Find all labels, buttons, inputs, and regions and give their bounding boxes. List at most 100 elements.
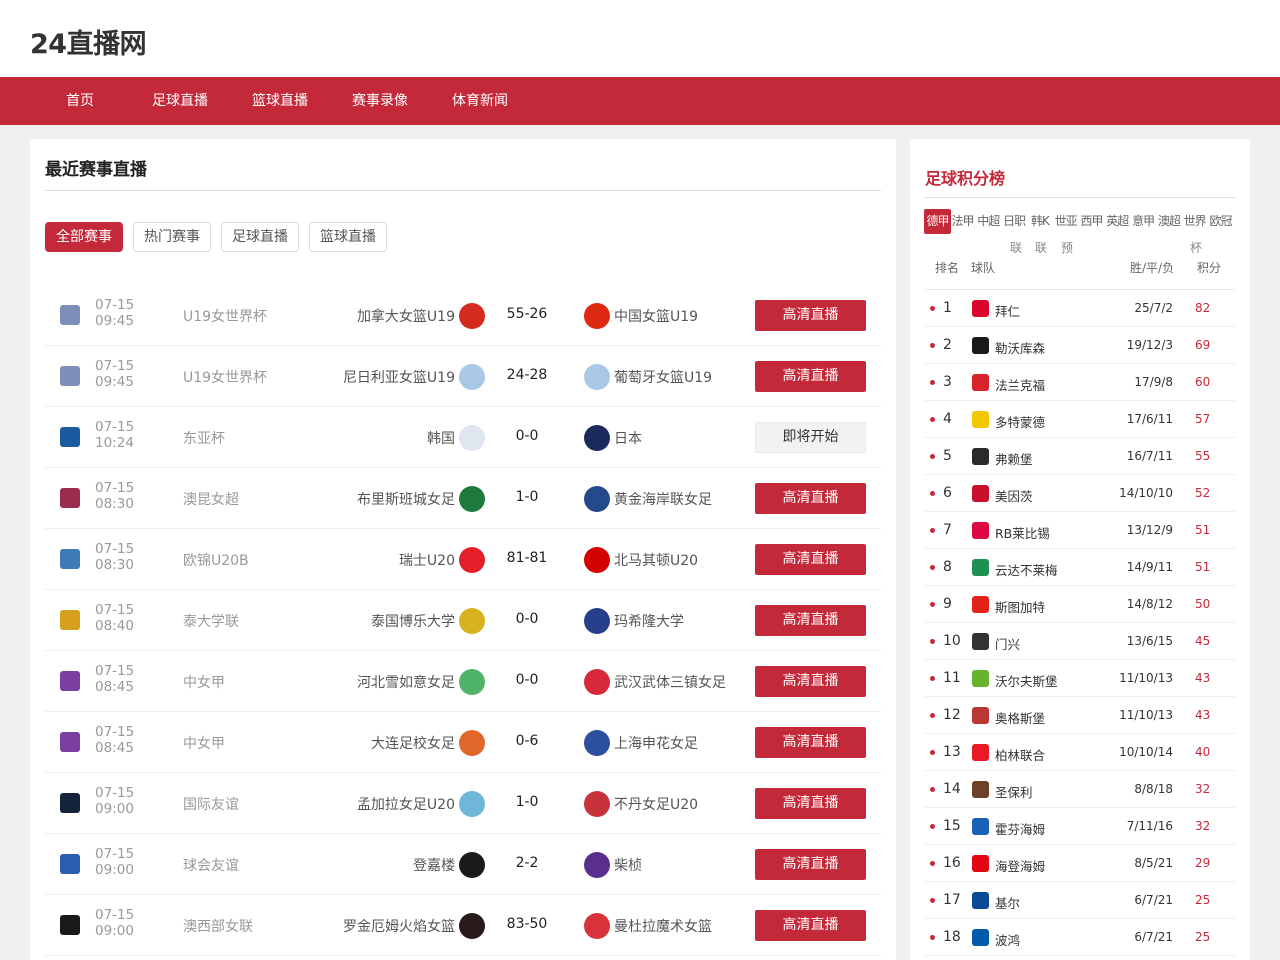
team-name[interactable]: 波鸿 <box>995 930 1020 949</box>
match-datetime: 07-15 08:30 <box>95 480 134 512</box>
hd-live-button[interactable]: 高清直播 <box>755 361 866 392</box>
league-name[interactable]: 国际友谊 <box>183 794 239 814</box>
hd-live-button[interactable]: 高清直播 <box>755 788 866 819</box>
away-team-name[interactable]: 曼杜拉魔术女篮 <box>614 916 712 936</box>
league-tab[interactable]: 英超 <box>1105 209 1130 234</box>
team-name[interactable]: 柏林联合 <box>995 745 1045 764</box>
league-name[interactable]: 球会友谊 <box>183 855 239 875</box>
home-team-name[interactable]: 韩国 <box>427 428 455 448</box>
league-name[interactable]: 东亚杯 <box>183 428 225 448</box>
home-team-name[interactable]: 泰国博乐大学 <box>371 611 455 631</box>
home-team-name[interactable]: 加拿大女篮U19 <box>357 306 455 326</box>
hd-live-button[interactable]: 高清直播 <box>755 849 866 880</box>
team-rank: 4 <box>943 411 952 427</box>
league-tab[interactable]: 德甲 <box>924 209 951 234</box>
upcoming-button[interactable]: 即将开始 <box>755 422 866 453</box>
home-team-logo-icon <box>459 364 485 390</box>
team-name[interactable]: 霍芬海姆 <box>995 819 1045 838</box>
home-team-name[interactable]: 布里斯班城女足 <box>357 489 455 509</box>
team-name[interactable]: 拜仁 <box>995 301 1020 320</box>
nav-item-football[interactable]: 足球直播 <box>152 77 208 125</box>
home-team-name[interactable]: 登嘉楼 <box>413 855 455 875</box>
team-rank: 12 <box>943 707 961 723</box>
away-team-name[interactable]: 中国女篮U19 <box>614 306 698 326</box>
site-title[interactable]: 24直播网 <box>30 22 147 61</box>
main-nav: 首页 足球直播 篮球直播 赛事录像 体育新闻 <box>0 77 1280 125</box>
league-name[interactable]: 泰大学联 <box>183 611 239 631</box>
away-team-name[interactable]: 玛希隆大学 <box>614 611 684 631</box>
away-team-name[interactable]: 上海申花女足 <box>614 733 698 753</box>
filter-football[interactable]: 足球直播 <box>221 222 299 252</box>
away-team-name[interactable]: 北马其顿U20 <box>614 550 698 570</box>
league-name[interactable]: 中女甲 <box>183 733 225 753</box>
home-team-name[interactable]: 孟加拉女足U20 <box>357 794 455 814</box>
league-name[interactable]: U19女世界杯 <box>183 367 267 387</box>
filter-basketball[interactable]: 篮球直播 <box>309 222 387 252</box>
hd-live-button[interactable]: 高清直播 <box>755 300 866 331</box>
team-name[interactable]: 沃尔夫斯堡 <box>995 671 1058 690</box>
filter-hot[interactable]: 热门赛事 <box>133 222 211 252</box>
team-name[interactable]: 斯图加特 <box>995 597 1045 616</box>
league-tab[interactable]: 中超 <box>976 209 1001 234</box>
league-tab[interactable]: 意甲 <box>1131 209 1156 234</box>
home-team-name[interactable]: 瑞士U20 <box>399 550 455 570</box>
league-name[interactable]: 澳昆女超 <box>183 489 239 509</box>
team-name[interactable]: 基尔 <box>995 893 1020 912</box>
nav-item-news[interactable]: 体育新闻 <box>452 77 508 125</box>
league-tab[interactable]: 澳超 <box>1156 209 1181 234</box>
hd-live-button[interactable]: 高清直播 <box>755 483 866 514</box>
league-tab[interactable]: 韩K <box>1027 209 1052 234</box>
home-team-name[interactable]: 尼日利亚女篮U19 <box>343 367 455 387</box>
match-row: 07-15 09:00 球会友谊 登嘉楼 2-2 柴桢 高清直播 <box>45 834 881 895</box>
league-name[interactable]: 中女甲 <box>183 672 225 692</box>
league-tab[interactable]: 欧冠 <box>1208 209 1233 234</box>
hd-live-button[interactable]: 高清直播 <box>755 544 866 575</box>
league-name[interactable]: 欧锦U20B <box>183 550 249 570</box>
team-name[interactable]: 法兰克福 <box>995 375 1045 394</box>
away-team-name[interactable]: 葡萄牙女篮U19 <box>614 367 712 387</box>
league-name[interactable]: U19女世界杯 <box>183 306 267 326</box>
league-tab[interactable]: 日职 <box>1002 209 1027 234</box>
team-name[interactable]: 美因茨 <box>995 486 1033 505</box>
league-tab[interactable]: 世亚 <box>1053 209 1078 234</box>
nav-item-basketball[interactable]: 篮球直播 <box>252 77 308 125</box>
away-team-name[interactable]: 日本 <box>614 428 642 448</box>
team-name[interactable]: 圣保利 <box>995 782 1033 801</box>
tab-suffix-label: 杯 <box>1190 241 1203 255</box>
team-name[interactable]: 弗赖堡 <box>995 449 1033 468</box>
home-team-name[interactable]: 罗金厄姆火焰女篮 <box>343 916 455 936</box>
team-name[interactable]: 海登海姆 <box>995 856 1045 875</box>
league-tab[interactable]: 法甲 <box>950 209 975 234</box>
league-tab[interactable]: 世界 <box>1182 209 1207 234</box>
away-team-name[interactable]: 黄金海岸联女足 <box>614 489 712 509</box>
league-tab[interactable]: 西甲 <box>1079 209 1104 234</box>
hd-live-button[interactable]: 高清直播 <box>755 910 866 941</box>
hd-live-button[interactable]: 高清直播 <box>755 727 866 758</box>
team-name[interactable]: 奥格斯堡 <box>995 708 1045 727</box>
match-date: 07-15 <box>95 785 135 801</box>
match-time: 08:40 <box>95 618 134 634</box>
team-points: 51 <box>1195 560 1211 574</box>
away-team-name[interactable]: 不丹女足U20 <box>614 794 698 814</box>
bullet-icon <box>930 713 935 718</box>
home-team-name[interactable]: 大连足校女足 <box>371 733 455 753</box>
standings-row: 15 霍芬海姆 7/11/16 32 <box>925 808 1235 845</box>
team-name[interactable]: RB莱比锡 <box>995 523 1050 542</box>
match-date: 07-15 <box>95 907 135 923</box>
hd-live-button[interactable]: 高清直播 <box>755 666 866 697</box>
league-name[interactable]: 澳西部女联 <box>183 916 253 936</box>
bullet-icon <box>930 861 935 866</box>
nav-item-home[interactable]: 首页 <box>66 77 94 125</box>
team-name[interactable]: 勒沃库森 <box>995 338 1045 357</box>
team-name[interactable]: 多特蒙德 <box>995 412 1045 431</box>
match-date: 07-15 <box>95 724 135 740</box>
team-name[interactable]: 门兴 <box>995 634 1020 653</box>
filter-all[interactable]: 全部赛事 <box>45 222 123 252</box>
away-team-name[interactable]: 武汉武体三镇女足 <box>614 672 726 692</box>
match-date: 07-15 <box>95 846 135 862</box>
hd-live-button[interactable]: 高清直播 <box>755 605 866 636</box>
away-team-name[interactable]: 柴桢 <box>614 855 642 875</box>
home-team-name[interactable]: 河北雪如意女足 <box>357 672 455 692</box>
team-name[interactable]: 云达不莱梅 <box>995 560 1058 579</box>
nav-item-replays[interactable]: 赛事录像 <box>352 77 408 125</box>
